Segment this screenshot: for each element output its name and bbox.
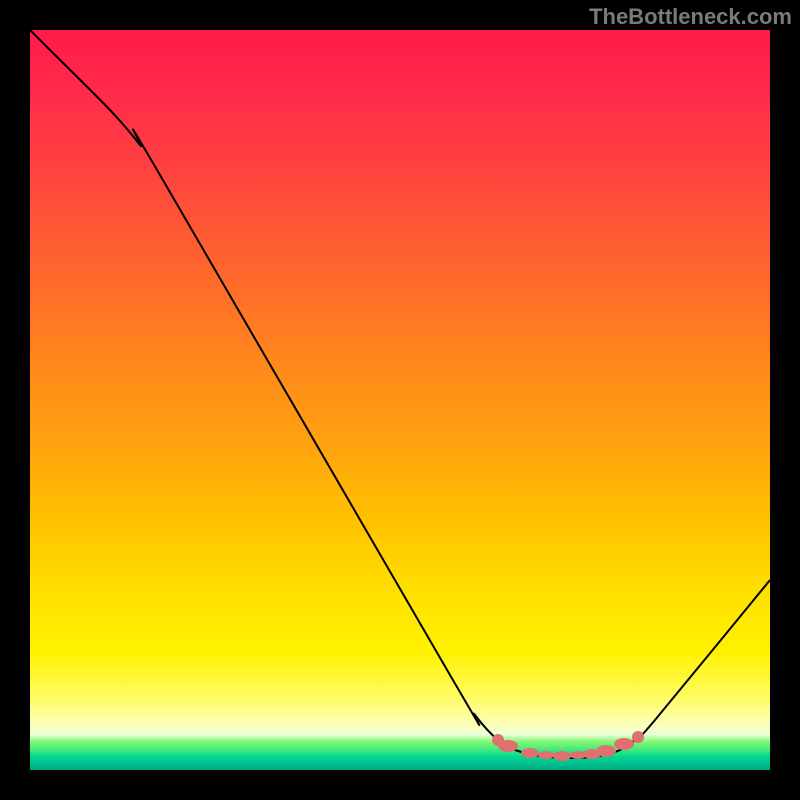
bottleneck-gradient xyxy=(30,30,770,770)
chart-frame: TheBottleneck.com xyxy=(0,0,800,800)
watermark-text: TheBottleneck.com xyxy=(589,4,792,30)
plot-area xyxy=(30,30,770,770)
